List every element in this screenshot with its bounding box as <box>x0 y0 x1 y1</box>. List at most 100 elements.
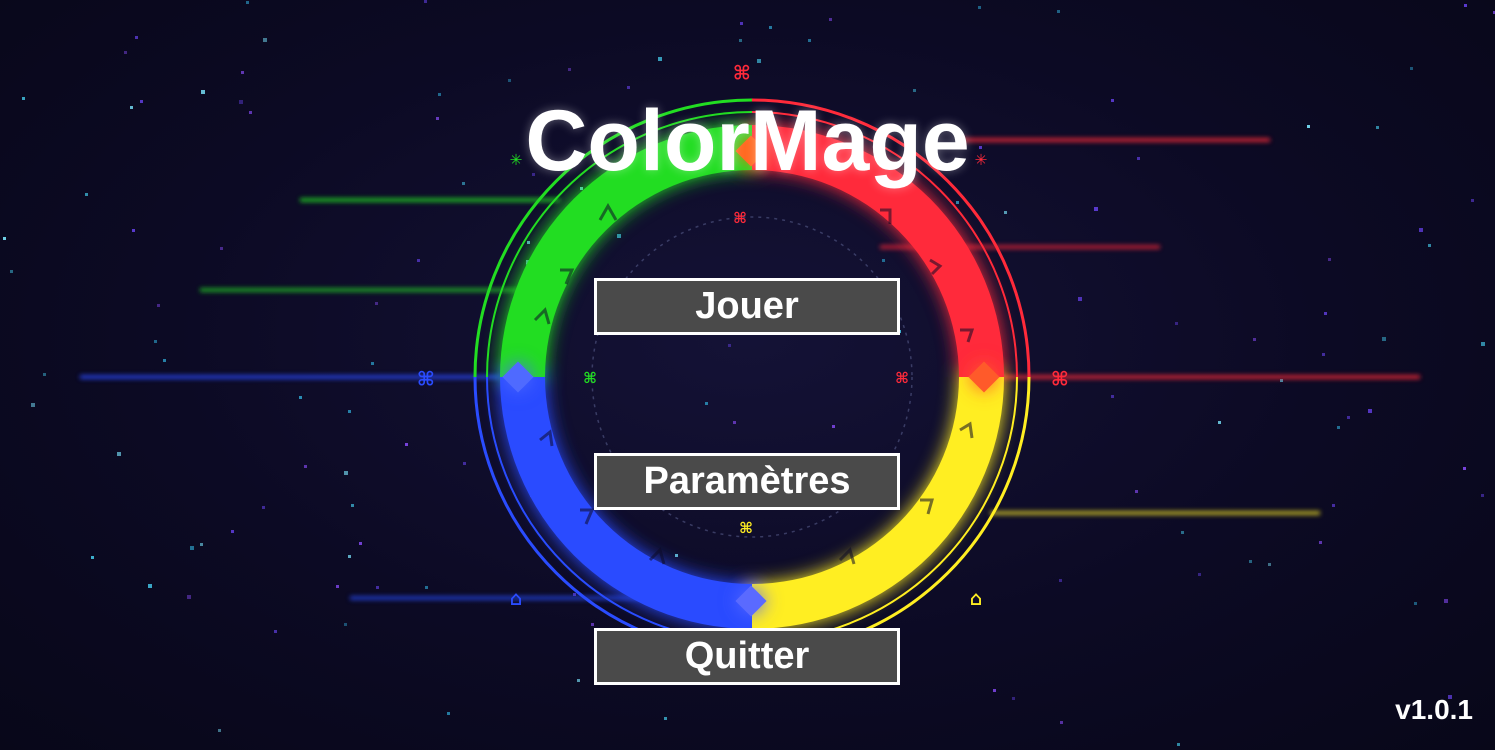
star <box>1135 490 1138 493</box>
star <box>375 302 378 305</box>
star <box>132 229 135 232</box>
star <box>740 22 743 25</box>
star <box>1382 337 1386 341</box>
star <box>231 530 234 533</box>
star <box>299 396 302 399</box>
star <box>148 584 152 588</box>
star <box>1419 228 1423 232</box>
svg-text:⌘: ⌘ <box>584 366 596 390</box>
settings-button[interactable]: Paramètres <box>594 453 900 510</box>
star <box>956 201 959 204</box>
star <box>348 410 351 413</box>
star <box>1177 743 1180 746</box>
star <box>769 26 772 29</box>
star <box>10 270 13 273</box>
star <box>348 555 351 558</box>
star <box>190 546 194 550</box>
star <box>1481 342 1485 346</box>
svg-text:⌘: ⌘ <box>740 516 752 540</box>
star <box>425 586 428 589</box>
star <box>157 304 160 307</box>
star <box>1078 297 1082 301</box>
star <box>832 425 835 428</box>
star <box>1324 312 1327 315</box>
star <box>705 402 708 405</box>
star <box>978 6 981 9</box>
star <box>1280 379 1283 382</box>
star <box>1253 338 1256 341</box>
svg-text:⌘: ⌘ <box>896 366 908 390</box>
star <box>218 729 221 732</box>
star <box>1328 258 1331 261</box>
title-screen: ⌘ ⌘ ⌘ ⌘ ⌘ ⌘ ⌘ ✳ ✳ ⌂ ⌂ ColorMage Jouer Pa… <box>0 0 1495 750</box>
star <box>728 344 731 347</box>
star <box>1012 697 1015 700</box>
star <box>263 38 267 42</box>
svg-text:⌘: ⌘ <box>734 59 750 89</box>
star <box>424 0 427 3</box>
star <box>1319 541 1322 544</box>
svg-text:⌘: ⌘ <box>1052 365 1068 395</box>
star <box>43 373 46 376</box>
play-button[interactable]: Jouer <box>594 278 900 335</box>
star <box>1464 4 1467 7</box>
star <box>344 623 347 626</box>
version-label: v1.0.1 <box>1395 694 1473 725</box>
star <box>527 241 530 244</box>
star <box>336 585 339 588</box>
star <box>1410 67 1413 70</box>
star <box>241 71 244 74</box>
star <box>1198 573 1201 576</box>
star <box>220 247 223 250</box>
star <box>246 1 249 4</box>
star <box>1332 504 1335 507</box>
star <box>568 68 571 71</box>
star <box>1322 353 1325 356</box>
svg-text:⌘: ⌘ <box>418 365 434 395</box>
star <box>1471 199 1474 202</box>
star <box>1347 416 1350 419</box>
star <box>154 340 157 343</box>
star <box>1059 579 1062 582</box>
star <box>463 462 466 465</box>
star <box>739 39 742 42</box>
svg-text:⌂: ⌂ <box>970 586 982 610</box>
star <box>117 452 121 456</box>
star <box>351 504 354 507</box>
color-ring <box>500 125 1004 629</box>
star <box>829 18 832 21</box>
star <box>1057 10 1060 13</box>
star <box>1481 494 1484 497</box>
star <box>417 259 420 262</box>
star <box>627 86 630 89</box>
star <box>617 234 621 238</box>
star <box>1004 211 1007 214</box>
star <box>262 506 265 509</box>
star <box>1463 467 1466 470</box>
quit-button[interactable]: Quitter <box>594 628 900 685</box>
star <box>31 403 35 407</box>
svg-text:⌂: ⌂ <box>510 586 522 610</box>
star <box>1218 421 1221 424</box>
star <box>85 193 88 196</box>
star <box>1444 599 1448 603</box>
star <box>344 471 348 475</box>
star <box>573 593 576 596</box>
star <box>135 36 138 39</box>
star <box>359 542 362 545</box>
star <box>1175 322 1178 325</box>
star <box>274 630 277 633</box>
star <box>304 465 307 468</box>
star <box>808 39 811 42</box>
star <box>658 57 662 61</box>
star <box>1111 395 1114 398</box>
star <box>591 623 594 626</box>
star <box>447 712 450 715</box>
star <box>405 443 408 446</box>
star <box>675 554 678 557</box>
star <box>163 359 166 362</box>
star <box>508 79 511 82</box>
star <box>1337 426 1340 429</box>
star <box>733 421 736 424</box>
star <box>757 59 761 63</box>
